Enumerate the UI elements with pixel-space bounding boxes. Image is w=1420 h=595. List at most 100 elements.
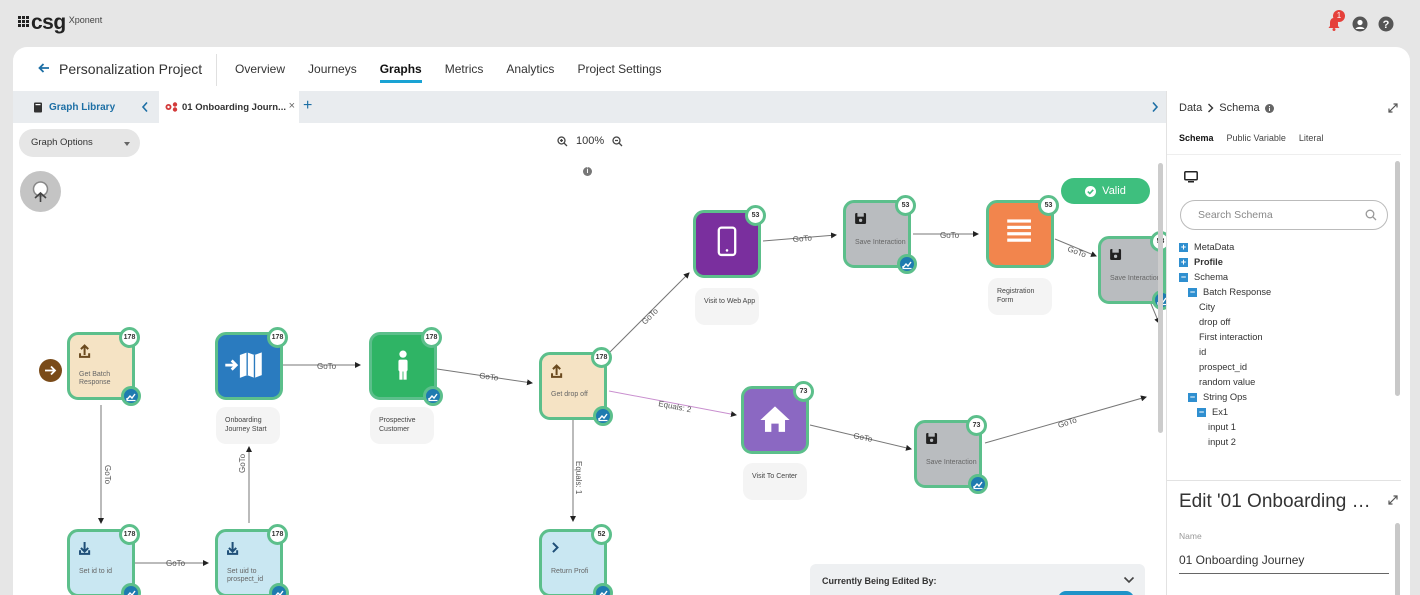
tab-journeys[interactable]: Journeys [308,62,357,76]
tree-scrollbar[interactable] [1395,161,1400,396]
collapse-toggle-icon[interactable]: − [1188,288,1197,297]
logo-mark [18,16,29,27]
panel-tab-public-variable[interactable]: Public Variable [1227,133,1286,143]
node-stats-button[interactable] [121,386,141,406]
edit-scrollbar[interactable] [1395,523,1400,595]
node-set-id-to-id[interactable]: Set id to id 178 [67,524,141,595]
node-stats-button[interactable] [897,254,917,274]
node-onboarding-journey-start[interactable]: 178 [215,327,288,400]
node-count-badge: 52 [591,524,612,545]
breadcrumb-data[interactable]: Data [1179,102,1202,114]
tree-item[interactable]: prospect_id [1179,360,1271,375]
tree-item[interactable]: − Schema [1179,270,1271,285]
node-count-badge: 53 [745,205,766,226]
node-caption: Registration Form [988,278,1052,315]
tree-item[interactable]: City [1179,300,1271,315]
node-return-profile[interactable]: Return Profi 52 [539,524,613,595]
panel-tab-literal[interactable]: Literal [1299,133,1324,143]
search-placeholder: Search Schema [1198,209,1273,221]
expand-icon[interactable] [1388,103,1398,113]
tree-item[interactable]: First interaction [1179,330,1271,345]
node-get-drop-off[interactable]: Get drop off 178 [539,347,613,426]
collapse-toggle-icon[interactable]: − [1179,273,1188,282]
tree-item[interactable]: id [1179,345,1271,360]
tree-item[interactable]: − String Ops [1179,390,1271,405]
project-title: Personalization Project [59,61,203,77]
book-icon [34,102,42,112]
tab-metrics[interactable]: Metrics [445,62,484,76]
tree-item[interactable]: drop off [1179,315,1271,330]
graph-library-label: Graph Library [49,101,116,113]
node-save-interaction-2[interactable]: Save Interaction53 [1098,231,1166,310]
node-get-batch-response[interactable]: Get Batch Response 178 [67,327,141,406]
close-tab-icon[interactable]: × [289,100,295,112]
tab-graphs[interactable]: Graphs [379,62,422,83]
editor-avatar-button[interactable] [1058,591,1134,595]
graph-library-tab[interactable]: Graph Library [13,91,133,123]
logo-subtext: Xponent [68,15,103,25]
canvas-scrollbar[interactable] [1158,163,1163,433]
chart-icon [126,393,136,402]
tree-item[interactable]: + MetaData [1179,240,1271,255]
collapse-toggle-icon[interactable]: − [1188,393,1197,402]
tab-overview[interactable]: Overview [235,62,285,76]
tab-project-settings[interactable]: Project Settings [577,62,661,76]
node-registration-form[interactable]: 53 [986,195,1059,268]
zoom-in-icon[interactable] [557,135,568,147]
monitor-icon[interactable] [1184,171,1198,183]
bell-icon[interactable]: 1 [1326,10,1345,32]
node-count-badge: 53 [1038,195,1059,216]
panel-tab-schema[interactable]: Schema [1179,133,1214,143]
arrow-right-icon [45,365,57,376]
chart-icon [428,393,438,402]
edge-label: GoTo [317,362,337,371]
node-count-badge: 53 [895,195,916,216]
csg-logo[interactable]: csg Xponent [18,12,102,34]
node-visit-to-center[interactable]: 73 [741,381,814,454]
tree-item-label: First interaction [1199,332,1263,342]
info-icon[interactable]: i [583,167,592,176]
tree-item[interactable]: − Ex1 [1179,405,1271,420]
add-tab-icon[interactable]: + [303,97,312,115]
node-prospective-customer[interactable]: 178 [369,327,443,406]
valid-status-button[interactable]: Valid [1061,178,1150,204]
tree-item-label: drop off [1199,317,1231,327]
open-graph-tab[interactable]: 01 Onboarding Journ... × [159,91,299,123]
node-stats-button[interactable] [423,386,443,406]
back-arrow-icon[interactable] [37,61,51,80]
node-stats-button[interactable] [593,406,613,426]
name-field[interactable]: 01 Onboarding Journey [1179,553,1389,574]
node-save-interaction-3[interactable]: Save Interaction 73 [914,415,988,494]
schema-search-input[interactable]: Search Schema [1180,200,1388,230]
node-label: Set uid to prospect_id [227,568,264,583]
add-node-button[interactable] [20,171,61,212]
tree-item[interactable]: input 1 [1179,420,1271,435]
node-caption: Visit to Web App [695,288,759,325]
node-stats-button[interactable] [968,474,988,494]
tree-item[interactable]: random value [1179,375,1271,390]
tree-item[interactable]: input 2 [1179,435,1271,450]
expand-icon[interactable] [1388,495,1398,505]
start-node[interactable] [39,359,62,382]
chevron-left-icon[interactable] [141,100,149,118]
node-visit-to-web-app[interactable]: 53 [693,205,766,278]
expand-toggle-icon[interactable]: + [1179,258,1188,267]
node-save-interaction-1[interactable]: Save Interaction 53 [843,195,917,274]
node-count-badge: 178 [119,524,140,545]
chevron-down-icon [1123,576,1135,584]
expand-toggle-icon[interactable]: + [1179,243,1188,252]
tree-item[interactable]: + Profile [1179,255,1271,270]
zoom-out-icon[interactable] [612,135,623,147]
chart-icon [973,481,983,490]
graph-options-dropdown[interactable]: Graph Options [19,129,140,157]
graph-canvas[interactable]: GoTo GoTo GoTo GoTo GoTo GoTo GoTo GoTo … [13,123,1166,595]
node-count-badge: 178 [119,327,140,348]
chevron-right-icon[interactable] [1151,100,1159,118]
tab-analytics[interactable]: Analytics [506,62,554,76]
tree-item[interactable]: − Batch Response [1179,285,1271,300]
help-icon[interactable]: ? [1378,16,1394,32]
collapse-toggle-icon[interactable]: − [1197,408,1206,417]
user-icon[interactable] [1352,16,1368,32]
node-set-uid-to-prospect-id[interactable]: Set uid to prospect_id 178 [215,524,289,595]
project-nav: Personalization Project Overview Journeys… [13,47,1410,91]
